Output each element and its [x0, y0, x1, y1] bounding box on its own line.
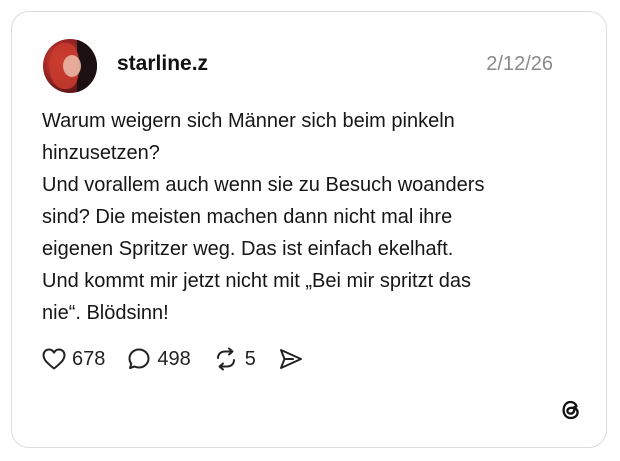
post-date: 2/12/26 [486, 53, 553, 75]
comment-button[interactable]: 498 [127, 347, 191, 371]
send-icon [279, 349, 302, 369]
comment-count: 498 [157, 347, 191, 370]
heart-icon [42, 348, 66, 370]
username[interactable]: starline.z [117, 52, 208, 76]
threads-logo-icon[interactable] [558, 397, 584, 423]
like-button[interactable]: 678 [42, 348, 105, 371]
repost-count: 5 [244, 347, 256, 370]
speech-bubble-icon [128, 348, 150, 369]
share-button[interactable] [278, 347, 304, 371]
like-count: 678 [72, 347, 106, 370]
avatar[interactable] [43, 39, 97, 93]
repost-button[interactable]: 5 [213, 347, 256, 371]
post-card: starline.z 2/12/26 Warum weigern sich Mä… [11, 11, 607, 448]
post-text: Warum weigern sich Männer sich beim pink… [42, 110, 485, 324]
action-bar: 678 498 5 [42, 345, 326, 373]
repost-icon [216, 347, 235, 371]
